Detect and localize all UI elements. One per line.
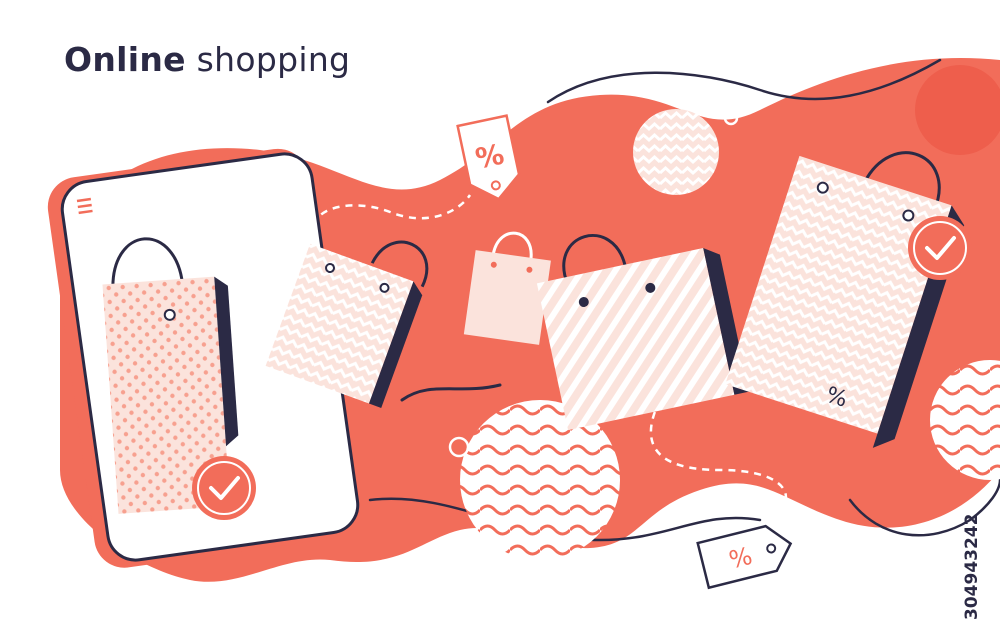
page-title: Online shopping bbox=[64, 40, 350, 79]
zigzag-circle-top bbox=[633, 109, 719, 195]
stock-id-watermark: 304943242 bbox=[962, 513, 982, 620]
title-light-word: shopping bbox=[196, 40, 351, 79]
title-bold-word: Online bbox=[64, 40, 186, 79]
right-check-badge bbox=[908, 216, 972, 280]
percent-tag-bottom: % bbox=[696, 524, 793, 590]
phone-check-badge bbox=[192, 456, 256, 520]
illustration: % % % bbox=[47, 58, 1000, 590]
